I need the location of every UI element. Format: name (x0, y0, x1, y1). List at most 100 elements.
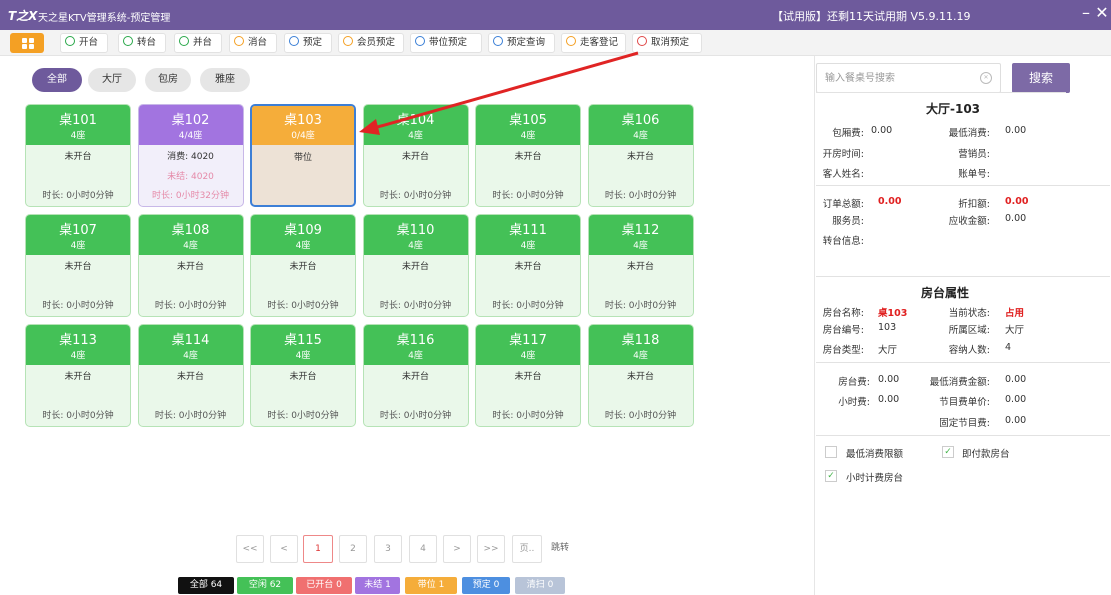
legend-badge-7[interactable]: 清扫 0 (515, 577, 565, 594)
table-card[interactable]: 桌116 4座 未开台 时长: 0小时0分钟 (362, 324, 469, 427)
table-name: 桌110 (396, 223, 435, 238)
legend-badge-3[interactable]: 已开台 0 (296, 577, 352, 594)
table-name: 桌103 (284, 113, 322, 128)
filter-tab-1[interactable]: 全部 (32, 68, 82, 92)
table-card-header: 桌113 4座 (26, 325, 130, 365)
sales-label: 营销员: (958, 149, 990, 160)
toolbar-button-4[interactable]: 消台 (229, 33, 277, 53)
table-card[interactable]: 桌111 4座 未开台 时长: 0小时0分钟 (475, 214, 581, 317)
table-status: 未开台 (176, 262, 204, 272)
hourly-billing-checkbox[interactable]: ✓ (825, 470, 837, 482)
legend-badge-5[interactable]: 带位 1 (405, 577, 457, 594)
search-button[interactable]: 搜索 (1012, 63, 1070, 93)
table-seats: 4座 (520, 351, 536, 361)
toolbar-button-1[interactable]: 开台 (60, 33, 108, 53)
table-card[interactable]: 桌106 4座 未开台 时长: 0小时0分钟 (587, 104, 694, 207)
table-card[interactable]: 桌117 4座 未开台 时长: 0小时0分钟 (475, 324, 581, 427)
discount-value: 0.00 (1005, 196, 1029, 207)
table-status: 未开台 (514, 152, 542, 162)
table-duration: 时长: 0小时0分钟 (492, 191, 564, 201)
min-spend-limit-checkbox[interactable] (825, 446, 837, 458)
table-card[interactable]: 桌102 4/4座 消费: 4020 未结: 4020 时长: 0小时32分钟 (137, 104, 244, 207)
table-card[interactable]: 桌103 0/4座 带位 (250, 104, 356, 207)
room-fee-label: 包厢费: (832, 128, 864, 139)
table-seats: 4座 (70, 131, 86, 141)
program-unit-value: 0.00 (1005, 394, 1027, 405)
table-duration: 时长: 0小时0分钟 (42, 191, 114, 201)
legend-badge-1[interactable]: 全部 64 (178, 577, 234, 594)
table-card[interactable]: 桌118 4座 未开台 时长: 0小时0分钟 (587, 324, 694, 427)
table-seats: 4/4座 (178, 131, 203, 141)
transfer-icon (123, 36, 133, 46)
section-divider (816, 435, 1110, 436)
table-name: 桌112 (621, 223, 660, 238)
hourly-fee-value: 0.00 (878, 394, 900, 405)
legend-badge-6[interactable]: 预定 0 (462, 577, 510, 594)
toolbar-button-2[interactable]: 转台 (118, 33, 166, 53)
table-card-header: 桌102 4/4座 (138, 105, 243, 145)
filter-tab-3[interactable]: 包房 (145, 68, 191, 92)
room-area-value: 大厅 (1005, 325, 1025, 336)
page-2-button[interactable]: 2 (339, 535, 367, 563)
table-status: 带位 (293, 153, 312, 163)
close-icon[interactable]: ✕ (1091, 3, 1111, 25)
table-card[interactable]: 桌114 4座 未开台 时长: 0小时0分钟 (137, 324, 244, 427)
toolbar-button-3[interactable]: 并台 (174, 33, 222, 53)
room-fee-prop-value: 0.00 (878, 374, 900, 385)
toolbar-button-6[interactable]: 会员预定 (338, 33, 404, 53)
toolbar-button-label: 会员预定 (357, 37, 396, 48)
fixed-program-label: 固定节目费: (939, 418, 990, 429)
table-card[interactable]: 桌104 4座 未开台 时长: 0小时0分钟 (362, 104, 469, 207)
table-seats: 4座 (183, 241, 198, 251)
table-card[interactable]: 桌107 4座 未开台 时长: 0小时0分钟 (25, 214, 131, 317)
table-card[interactable]: 桌101 4座 未开台 时长: 0小时0分钟 (25, 104, 131, 207)
toolbar-button-8[interactable]: 预定查询 (488, 33, 555, 53)
table-duration: 时长: 0小时0分钟 (154, 411, 227, 421)
room-area-label: 所属区域: (948, 325, 990, 336)
grid-menu-button[interactable] (10, 33, 44, 53)
table-card-header: 桌101 4座 (26, 105, 130, 145)
table-name: 桌115 (284, 333, 322, 348)
filter-tab-4[interactable]: 雅座 (200, 68, 250, 92)
toolbar-button-7[interactable]: 带位预定 (410, 33, 482, 53)
last-page-button[interactable]: >> (477, 535, 505, 563)
legend-badge-2[interactable]: 空闲 62 (237, 577, 293, 594)
clear-table-icon (234, 36, 244, 46)
toolbar-button-label: 取消预定 (651, 37, 690, 48)
page-number-input[interactable]: 页.. (512, 535, 542, 563)
table-name: 桌104 (396, 113, 435, 128)
table-card[interactable]: 桌108 4座 未开台 时长: 0小时0分钟 (137, 214, 244, 317)
page-4-button[interactable]: 4 (409, 535, 437, 563)
table-name: 桌101 (59, 113, 97, 128)
instant-pay-checkbox[interactable]: ✓ (942, 446, 954, 458)
table-card-header: 桌112 4座 (588, 215, 693, 255)
prev-page-button[interactable]: < (270, 535, 298, 563)
table-status: 未开台 (514, 262, 542, 272)
toolbar-button-10[interactable]: 取消预定 (632, 33, 702, 53)
table-card[interactable]: 桌105 4座未开台时长: 0小时0分钟 (475, 104, 581, 207)
page-1-button[interactable]: 1 (303, 535, 333, 563)
table-card[interactable]: 桌110 4座 未开台 时长: 0小时0分钟 (362, 214, 469, 317)
table-card[interactable]: 桌115 4座 未开台 时长: 0小时0分钟 (250, 324, 356, 427)
table-seats: 4座 (408, 351, 423, 361)
toolbar-button-5[interactable]: 预定 (284, 33, 332, 53)
table-card[interactable]: 桌109 4座 未开台 时长: 0小时0分钟 (250, 214, 356, 317)
next-page-button[interactable]: > (443, 535, 471, 563)
toolbar-button-9[interactable]: 走客登记 (561, 33, 626, 53)
first-page-button[interactable]: << (236, 535, 264, 563)
table-card[interactable]: 桌112 4座 未开台 时长: 0小时0分钟 (587, 214, 694, 317)
guest-name-label: 客人姓名: (822, 169, 864, 180)
legend-badge-4[interactable]: 未结 1 (355, 577, 400, 594)
table-duration: 时长: 0小时0分钟 (42, 301, 114, 311)
filter-tab-2[interactable]: 大厅 (88, 68, 136, 92)
page-3-button[interactable]: 3 (374, 535, 402, 563)
room-state-label: 当前状态: (948, 308, 990, 319)
clear-search-icon[interactable]: ✕ (980, 72, 992, 84)
room-props-title: 房台属性 (920, 286, 969, 300)
jump-button[interactable]: 跳转 (545, 535, 575, 563)
table-card-header: 桌105 4座 (476, 105, 580, 145)
section-divider (816, 362, 1110, 363)
min-total-label: 最低消费金额: (929, 377, 990, 388)
table-search-input[interactable] (816, 63, 1001, 93)
table-card[interactable]: 桌113 4座 未开台 时长: 0小时0分钟 (25, 324, 131, 427)
